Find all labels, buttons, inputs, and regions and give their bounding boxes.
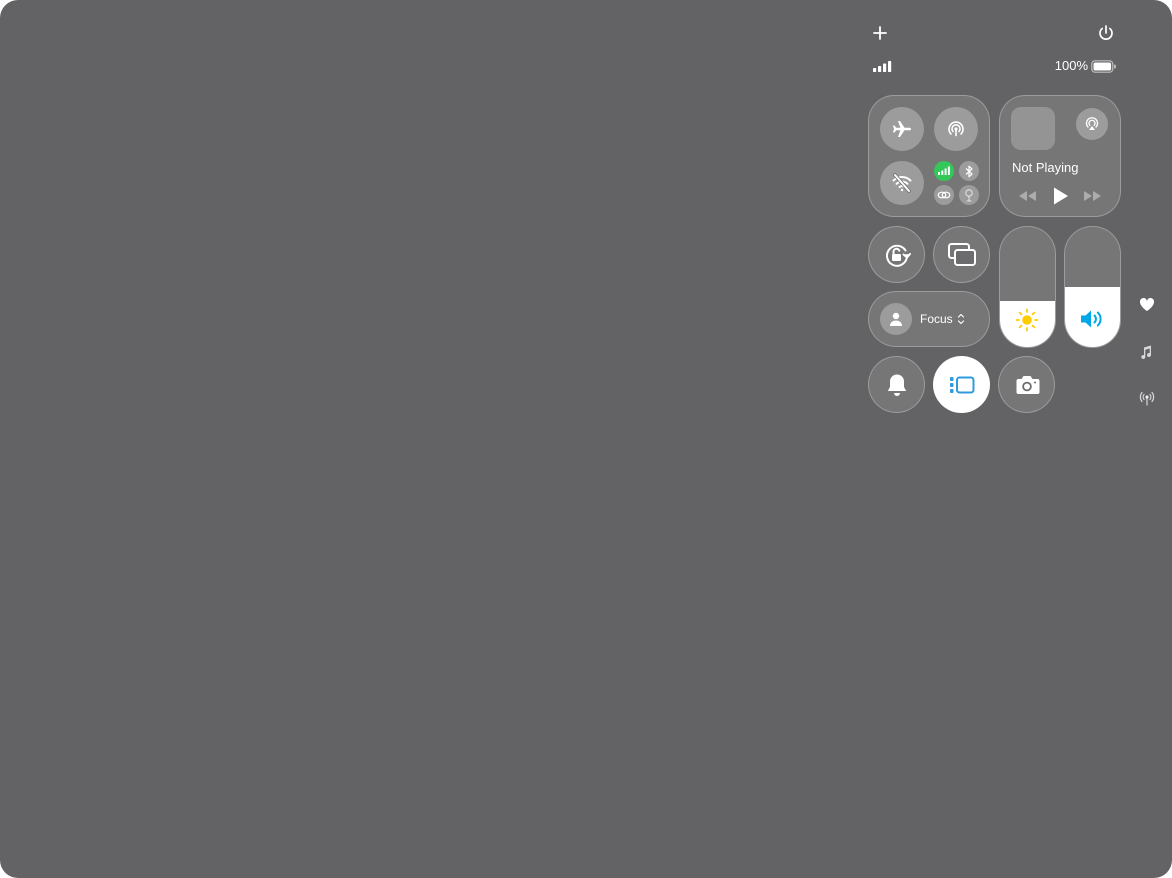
bell-icon (885, 372, 909, 398)
album-artwork (1011, 107, 1055, 150)
antenna-icon[interactable] (1138, 390, 1156, 406)
airplay-button[interactable] (1076, 108, 1108, 140)
chevron-up-down-icon (956, 312, 966, 326)
stage-manager-icon (948, 374, 976, 396)
camera-button[interactable] (998, 356, 1055, 413)
battery-percentage: 100% (1054, 58, 1088, 73)
screen-mirroring-icon (947, 242, 977, 268)
power-icon[interactable] (1096, 23, 1116, 43)
bluetooth-button[interactable] (959, 161, 979, 181)
focus-icon-circle (880, 303, 912, 335)
satellite-icon (963, 188, 975, 202)
signal-icon (872, 60, 894, 73)
satellite-button[interactable] (959, 185, 979, 205)
speaker-icon (1078, 307, 1106, 331)
person-icon (888, 311, 904, 327)
focus-label: Focus (920, 312, 953, 326)
now-playing-title: Not Playing (1012, 160, 1079, 175)
control-center: 100% Not Playing Focus (0, 0, 1172, 878)
camera-icon (1013, 374, 1041, 396)
cellular-icon (938, 166, 950, 176)
link-icon (937, 190, 951, 200)
sun-icon (1015, 308, 1039, 332)
silent-mode-button[interactable] (868, 356, 925, 413)
airplane-mode-button[interactable] (880, 107, 924, 151)
airplane-icon (890, 117, 914, 141)
bluetooth-icon (964, 165, 974, 178)
battery-icon (1091, 60, 1117, 73)
airdrop-icon (944, 117, 968, 141)
wifi-off-icon (890, 171, 914, 195)
fast-forward-button[interactable] (1082, 188, 1104, 204)
rotation-lock-icon (881, 239, 913, 271)
airplay-icon (1083, 115, 1101, 133)
stage-manager-button[interactable] (933, 356, 990, 413)
hotspot-button[interactable] (934, 185, 954, 205)
cellular-button[interactable] (934, 161, 954, 181)
plus-icon[interactable] (871, 24, 889, 42)
music-note-icon[interactable] (1139, 344, 1153, 360)
play-button[interactable] (1050, 185, 1072, 207)
rewind-button[interactable] (1016, 188, 1038, 204)
heart-icon[interactable] (1139, 297, 1155, 312)
airdrop-button[interactable] (934, 107, 978, 151)
screen-mirroring-button[interactable] (933, 226, 990, 283)
orientation-lock-button[interactable] (868, 226, 925, 283)
wifi-button[interactable] (880, 161, 924, 205)
